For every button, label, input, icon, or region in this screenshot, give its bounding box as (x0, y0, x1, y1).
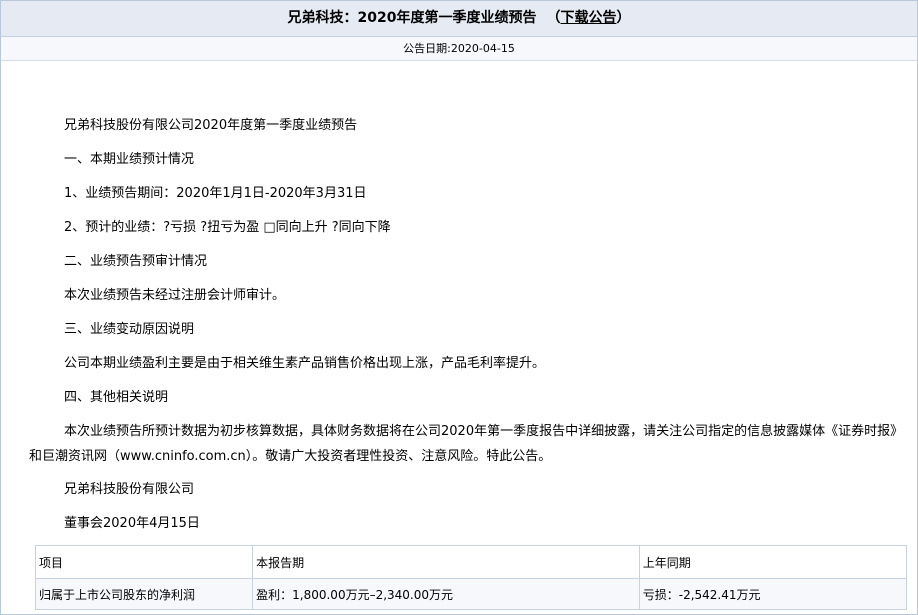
date-value: 2020-04-15 (450, 42, 515, 55)
forecast-period: 1、业绩预告期间：2020年1月1日-2020年3月31日 (64, 186, 367, 201)
title-bar: 兄弟科技：2020年度第一季度业绩预告 （下载公告） (1, 1, 917, 37)
table-header-cell: 项目 (34, 545, 254, 579)
table-header-cell: 上年同期 (638, 545, 908, 579)
signature-company: 兄弟科技股份有限公司 (64, 482, 195, 497)
section-heading-2: 二、业绩预告预审计情况 (64, 254, 208, 269)
announcement-frame: 兄弟科技：2020年度第一季度业绩预告 （下载公告） 公告日期:2020-04-1… (0, 0, 918, 615)
paren-open: （ (546, 10, 561, 26)
table-cell: 盈利：1,800.00万元–2,340.00万元 (252, 578, 640, 610)
table-row: 归属于上市公司股东的净利润 盈利：1,800.00万元–2,340.00万元 亏… (34, 578, 908, 610)
date-bar: 公告日期:2020-04-15 (1, 37, 917, 61)
table-header-cell: 本报告期 (252, 545, 640, 579)
download-link[interactable]: 下载公告 (560, 10, 616, 26)
download-wrapper: （下载公告） (546, 10, 630, 26)
section-heading-4: 四、其他相关说明 (64, 390, 169, 405)
change-reason: 公司本期业绩盈利主要是由于相关维生素产品销售价格出现上涨，产品毛利率提升。 (64, 356, 546, 371)
table-cell: 亏损：-2,542.41万元 (638, 578, 908, 610)
other-notes: 本次业绩预告所预计数据为初步核算数据，具体财务数据将在公司2020年第一季度报告… (29, 424, 904, 464)
announcement-body: 兄弟科技股份有限公司2020年度第一季度业绩预告 一、本期业绩预计情况 1、业绩… (29, 71, 917, 541)
paren-close: ） (616, 10, 631, 26)
body-company-title: 兄弟科技股份有限公司2020年度第一季度业绩预告 (64, 118, 358, 133)
forecast-type: 2、预计的业绩：?亏损 ?扭亏为盈 □同向上升 ?同向下降 (64, 220, 391, 235)
signature-date: 董事会2020年4月15日 (64, 516, 200, 531)
audit-statement: 本次业绩预告未经过注册会计师审计。 (64, 288, 286, 303)
results-table: 项目 本报告期 上年同期 归属于上市公司股东的净利润 盈利：1,800.00万元… (34, 545, 908, 610)
section-heading-1: 一、本期业绩预计情况 (64, 152, 195, 167)
section-heading-3: 三、业绩变动原因说明 (64, 322, 195, 337)
table-cell: 归属于上市公司股东的净利润 (34, 578, 254, 610)
announcement-title: 兄弟科技：2020年度第一季度业绩预告 (287, 10, 537, 26)
table-header-row: 项目 本报告期 上年同期 (34, 545, 908, 579)
date-label: 公告日期: (403, 42, 451, 55)
